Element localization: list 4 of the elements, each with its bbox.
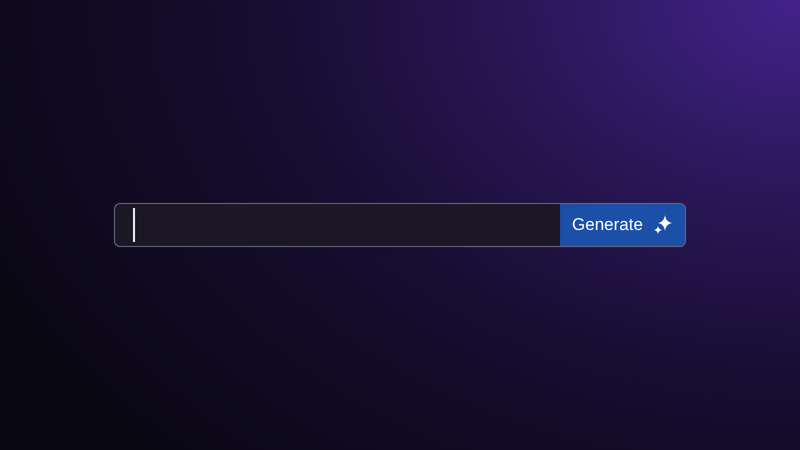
generate-button[interactable]: Generate [560,204,685,246]
text-cursor [133,208,135,242]
prompt-field[interactable]: Generate [114,203,686,247]
sparkle-icon [652,214,673,236]
